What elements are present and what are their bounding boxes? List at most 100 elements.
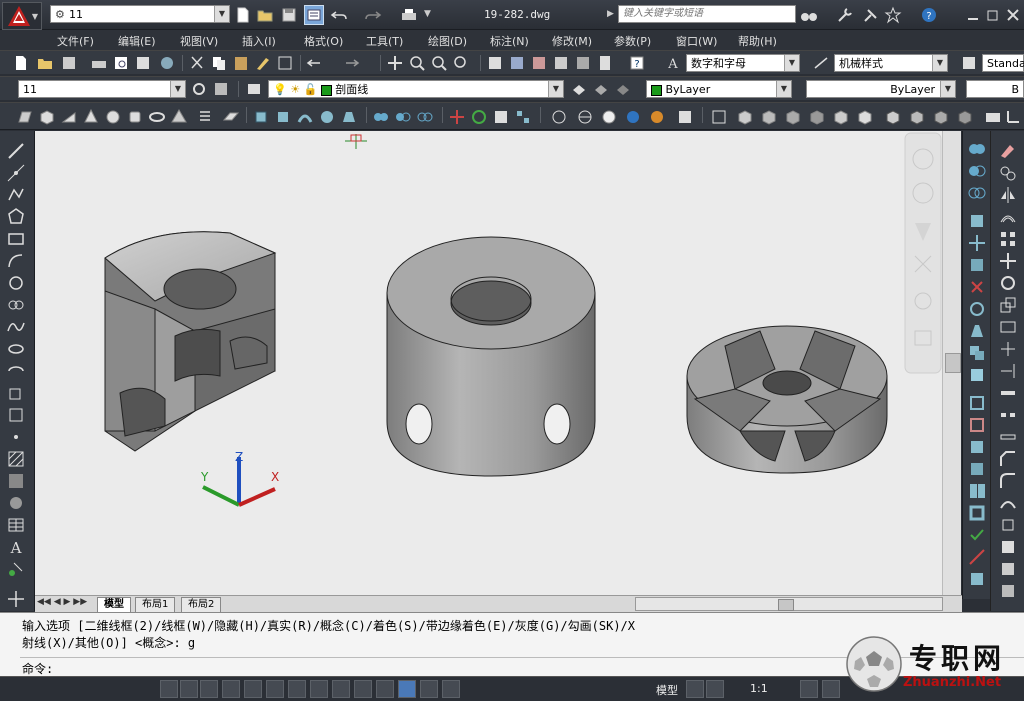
tab-model[interactable]: 模型 — [97, 597, 131, 612]
menu-window[interactable]: 窗口(W) — [676, 33, 717, 49]
loft-icon[interactable] — [340, 108, 358, 126]
blend-curves-icon[interactable] — [998, 493, 1018, 513]
undo-icon[interactable] — [330, 6, 348, 24]
wireframe-icon[interactable] — [576, 108, 594, 126]
satellite-icon[interactable] — [862, 6, 880, 24]
binoculars-icon[interactable] — [800, 6, 818, 24]
imprint-icon[interactable] — [967, 437, 987, 457]
gear-icon[interactable] — [190, 80, 208, 98]
table-icon[interactable] — [6, 515, 26, 535]
explode-icon[interactable] — [998, 515, 1018, 535]
layer-previous-icon[interactable] — [592, 80, 610, 98]
move-icon[interactable] — [998, 251, 1018, 271]
quick-view-layouts-icon[interactable] — [686, 680, 704, 698]
subtract-icon[interactable] — [394, 108, 412, 126]
box-icon[interactable] — [38, 108, 56, 126]
open-icon[interactable] — [36, 54, 54, 72]
object-snap-icon[interactable] — [266, 680, 284, 698]
redo-icon[interactable] — [342, 54, 360, 72]
pan-icon[interactable] — [386, 54, 404, 72]
extend-icon[interactable] — [998, 361, 1018, 381]
dim-style-icon[interactable] — [812, 54, 830, 72]
chevron-down-icon[interactable]: ▼ — [784, 55, 799, 71]
scrollbar-thumb[interactable] — [778, 599, 794, 611]
table-style-select[interactable]: Standa — [982, 54, 1024, 72]
arc-icon[interactable] — [6, 251, 26, 271]
minimize-icon[interactable] — [964, 6, 982, 24]
extrude-faces-icon[interactable] — [967, 211, 987, 231]
line-icon[interactable] — [6, 141, 26, 161]
workspace-select[interactable]: ⚙ 11 ▼ — [50, 5, 230, 23]
menu-modify[interactable]: 修改(M) — [552, 33, 592, 49]
tab-nav-arrows-icon[interactable]: ◀◀ ◀ ▶ ▶▶ — [37, 597, 87, 607]
design-center-icon[interactable] — [508, 54, 526, 72]
offset-faces-icon[interactable] — [967, 255, 987, 275]
scrollbar-thumb[interactable] — [945, 353, 961, 373]
color-edges-icon[interactable] — [967, 415, 987, 435]
chevron-down-icon[interactable]: ▼ — [424, 9, 431, 19]
mirror-icon[interactable] — [998, 185, 1018, 205]
stretch-icon[interactable] — [998, 317, 1018, 337]
left-view-icon[interactable] — [784, 108, 802, 126]
top-view-icon[interactable] — [736, 108, 754, 126]
join-icon[interactable] — [998, 427, 1018, 447]
extrude-icon[interactable] — [252, 108, 270, 126]
quick-view-drawings-icon[interactable] — [706, 680, 724, 698]
multiline-text-icon[interactable]: A — [6, 537, 26, 557]
dim-style-select[interactable]: 机械样式 ▼ — [834, 54, 948, 72]
layer-state-icon[interactable] — [614, 80, 632, 98]
copy-faces-icon[interactable] — [967, 343, 987, 363]
menu-tools[interactable]: 工具(T) — [366, 33, 403, 49]
ne-iso-icon[interactable] — [932, 108, 950, 126]
lineweight-select[interactable]: B — [966, 80, 1024, 98]
new-icon[interactable] — [12, 54, 30, 72]
3d-dwf-icon[interactable] — [158, 54, 176, 72]
text-style-select[interactable]: 数字和字母 ▼ — [686, 54, 800, 72]
intersect-icon[interactable] — [967, 183, 987, 203]
wedge-icon[interactable] — [60, 108, 78, 126]
layer-manager-icon[interactable] — [246, 80, 264, 98]
3d-object-snap-icon[interactable] — [288, 680, 306, 698]
dynamic-input-icon[interactable] — [354, 680, 372, 698]
close-icon[interactable] — [1004, 6, 1022, 24]
workspace-switch-icon[interactable] — [822, 680, 840, 698]
markup-icon[interactable] — [574, 54, 592, 72]
block-editor-icon[interactable] — [276, 54, 294, 72]
plot-button[interactable] — [304, 5, 324, 25]
edit-spline-icon[interactable] — [998, 559, 1018, 579]
interfere-icon[interactable] — [967, 569, 987, 589]
infer-constraints-icon[interactable] — [160, 680, 178, 698]
dynamic-ucs-icon[interactable] — [332, 680, 350, 698]
sw-iso-icon[interactable] — [884, 108, 902, 126]
torus-icon[interactable] — [148, 108, 166, 126]
layer-props-icon[interactable] — [212, 80, 230, 98]
zoom-realtime-icon[interactable] — [408, 54, 426, 72]
properties-icon[interactable] — [486, 54, 504, 72]
cut-icon[interactable] — [188, 54, 206, 72]
cylinder-icon[interactable] — [126, 108, 144, 126]
help-icon[interactable]: ? — [920, 6, 938, 24]
drawing-viewport[interactable]: Z Y X — [35, 131, 942, 595]
rectangle-icon[interactable] — [6, 229, 26, 249]
new-file-icon[interactable] — [234, 6, 252, 24]
polysolid-icon[interactable] — [16, 108, 34, 126]
back-view-icon[interactable] — [856, 108, 874, 126]
trim-icon[interactable] — [998, 339, 1018, 359]
construction-line-icon[interactable] — [6, 163, 26, 183]
view-select[interactable]: 11 ▼ — [18, 80, 186, 98]
region-icon[interactable] — [6, 493, 26, 513]
menu-parametric[interactable]: 参数(P) — [614, 33, 651, 49]
camera-icon[interactable] — [984, 108, 1002, 126]
erase-icon[interactable] — [998, 141, 1018, 161]
add-selected-icon[interactable] — [6, 559, 26, 579]
rotate-icon[interactable] — [998, 273, 1018, 293]
3d-align-icon[interactable] — [492, 108, 510, 126]
make-block-icon[interactable] — [6, 405, 26, 425]
visual-style-manager-icon[interactable] — [676, 108, 694, 126]
sheet-set-icon[interactable] — [552, 54, 570, 72]
make-current-icon[interactable] — [570, 80, 588, 98]
separate-icon[interactable] — [967, 481, 987, 501]
pan-icon[interactable] — [6, 589, 26, 609]
polyline-icon[interactable] — [6, 185, 26, 205]
clean-icon[interactable] — [967, 459, 987, 479]
